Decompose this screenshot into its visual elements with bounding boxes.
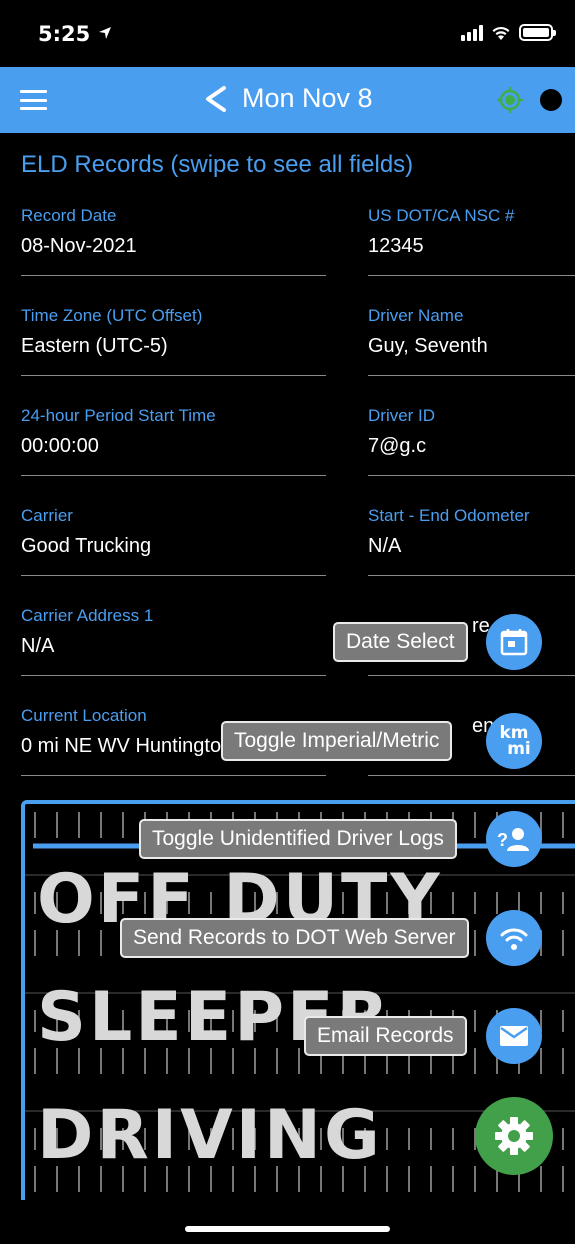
home-indicator[interactable] [185,1226,390,1232]
gear-icon [495,1117,533,1155]
field-label: Record Date [21,206,117,225]
field-value: Guy, Seventh [368,335,488,357]
fab-label-toggle-units[interactable]: Toggle Imperial/Metric [221,721,453,761]
hamburger-menu-icon[interactable] [20,90,47,110]
field-value: N/A [21,635,55,657]
status-bar: 5:25 [0,0,575,68]
section-title: ELD Records (swipe to see all fields) [21,151,414,178]
email-icon [500,1026,528,1046]
fab-label-email-records[interactable]: Email Records [304,1016,467,1056]
status-icons [461,24,556,41]
unidentified-driver-icon: ? [497,828,529,851]
location-arrow-icon [98,27,111,39]
connection-status-dot [540,89,562,111]
field-value: N/A [368,535,402,557]
send-to-dot-button[interactable] [486,910,542,966]
field-time-zone: Time Zone (UTC Offset) Eastern (UTC-5) [21,306,326,376]
field-label: Driver Name [368,306,464,325]
field-driver-name: Driver Name Guy, Seventh [368,306,575,376]
back-chevron-icon[interactable] [200,81,230,117]
svg-text:?: ? [497,830,508,850]
field-carrier-address: Carrier Address 1 N/A [21,606,326,676]
status-time-text: 5:25 [38,22,91,46]
field-value: Eastern (UTC-5) [21,335,168,357]
fab-label-date-select[interactable]: Date Select [333,622,468,662]
wifi-status-icon [492,26,510,40]
calendar-icon [500,629,528,656]
field-label: Driver ID [368,406,436,425]
status-time: 5:25 [38,22,112,46]
cellular-signal-icon [461,24,483,41]
app-header: Mon Nov 8 [0,67,575,133]
field-driver-id: Driver ID 7@g.c [368,406,575,476]
field-us-dot: US DOT/CA NSC # 12345 [368,206,575,276]
wifi-icon [500,928,528,950]
status-label-driving: DRIVING [37,1096,383,1175]
toggle-unidentified-logs-button[interactable]: ? [486,811,542,867]
field-label: Carrier Address 1 [21,606,154,625]
field-value: Good Trucking [21,535,152,557]
field-value: 00:00:00 [21,435,99,457]
battery-icon [519,24,556,41]
toggle-units-button[interactable]: km mi [486,713,542,769]
km-mi-icon: km mi [497,725,531,759]
field-label: Carrier [21,506,73,525]
field-label: US DOT/CA NSC # [368,206,515,225]
email-records-button[interactable] [486,1008,542,1064]
gps-locate-icon[interactable] [496,86,524,114]
field-period-start-time: 24-hour Period Start Time 00:00:00 [21,406,326,476]
field-value: 7@g.c [368,435,427,457]
field-label: Time Zone (UTC Offset) [21,306,203,325]
fab-label-unidentified-logs[interactable]: Toggle Unidentified Driver Logs [139,819,457,859]
header-date-title[interactable]: Mon Nov 8 [242,83,373,114]
mi-text: mi [507,739,531,759]
field-carrier: Carrier Good Trucking [21,506,326,576]
field-odometer: Start - End Odometer N/A [368,506,575,576]
date-select-button[interactable] [486,614,542,670]
field-value: 08-Nov-2021 [21,235,137,257]
field-label: 24-hour Period Start Time [21,406,216,425]
field-value: 12345 [368,235,424,257]
field-label: Start - End Odometer [368,506,530,525]
settings-fab-button[interactable] [475,1097,553,1175]
field-record-date: Record Date 08-Nov-2021 [21,206,326,276]
fab-label-send-dot[interactable]: Send Records to DOT Web Server [120,918,469,958]
